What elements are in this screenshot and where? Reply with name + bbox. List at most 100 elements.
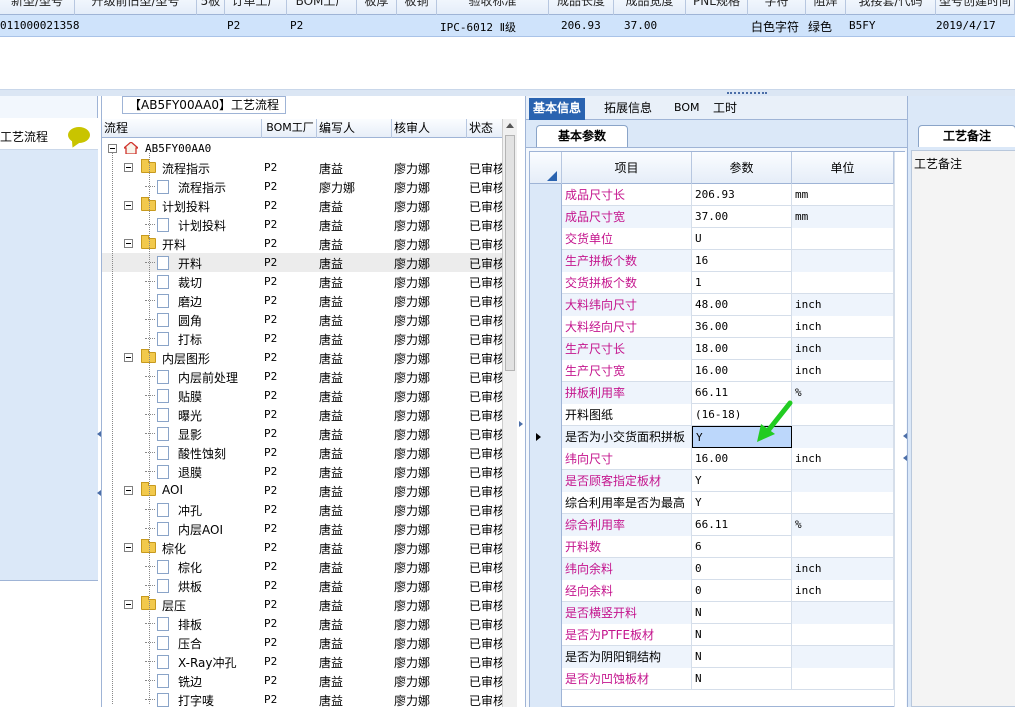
collapse-icon[interactable] [124,543,133,552]
tree-item[interactable]: 退膜 P2 唐益 廖力娜 已审核 [102,462,502,481]
col-header[interactable]: 升级前旧型/型号 [75,0,197,15]
param-row[interactable]: 交货拼板个数 1 [562,272,906,294]
param-value[interactable]: 37.00 [692,206,792,228]
scroll-thumb[interactable] [505,135,515,371]
param-row[interactable]: 生产尺寸长 18.00 inch [562,338,906,360]
splitter-grip[interactable] [727,92,767,94]
tree-item[interactable]: 排板 P2 唐益 廖力娜 已审核 [102,614,502,633]
tree-item[interactable]: 冲孔 P2 唐益 廖力娜 已审核 [102,500,502,519]
param-row[interactable]: 大料经向尺寸 36.00 inch [562,316,906,338]
param-value[interactable]: 206.93 [692,184,792,206]
col-header-bom[interactable]: BOM工厂 [262,119,317,138]
param-value[interactable]: N [692,668,792,690]
collapse-icon[interactable] [124,486,133,495]
param-value[interactable]: 36.00 [692,316,792,338]
tree-item[interactable]: 贴膜 P2 唐益 廖力娜 已审核 [102,386,502,405]
tree-item[interactable]: 显影 P2 唐益 廖力娜 已审核 [102,424,502,443]
param-value[interactable]: 16.00 [692,448,792,470]
param-row[interactable]: 拼板利用率 66.11% [562,382,906,404]
sub-tab-process-remark[interactable]: 工艺备注 [918,125,1015,147]
tree-item[interactable]: 内层AOI P2 唐益 廖力娜 已审核 [102,519,502,538]
tree-item[interactable]: X-Ray冲孔 P2 唐益 廖力娜 已审核 [102,652,502,671]
param-row[interactable]: 是否为小交货面积拼板 Y [562,426,906,448]
param-row[interactable]: 纬向尺寸 16.00 inch [562,448,906,470]
col-header-writer[interactable]: 编写人 [317,119,392,138]
collapse-icon[interactable] [124,163,133,172]
param-value[interactable]: 0 [692,558,792,580]
tree-item[interactable]: 开料 P2 唐益 廖力娜 已审核 [102,234,502,253]
param-row[interactable]: 开料图纸 (16-18) [562,404,906,426]
collapse-icon[interactable] [124,239,133,248]
param-row[interactable]: 生产尺寸宽 16.00 inch [562,360,906,382]
param-value[interactable]: 1 [692,272,792,294]
param-row[interactable]: 生产拼板个数 16 [562,250,906,272]
col-header[interactable]: 成品长度 [549,0,614,15]
tab-basic-info[interactable]: 基本信息 [529,98,586,120]
param-value[interactable]: 0 [692,580,792,602]
param-row[interactable]: 纬向余料 0 inch [562,558,906,580]
col-header[interactable]: 板厚 [357,0,397,15]
tree-item[interactable]: 烘板 P2 唐益 廖力娜 已审核 [102,576,502,595]
col-header[interactable]: 订单工厂 [225,0,287,15]
remark-body[interactable]: 工艺备注 [911,150,1015,707]
col-header[interactable]: BOM工厂 [287,0,357,15]
param-row[interactable]: 大料纬向尺寸 48.00 inch [562,294,906,316]
tree-item[interactable]: 铣边 P2 唐益 廖力娜 已审核 [102,671,502,690]
param-value[interactable]: Y [692,492,792,514]
tree-item[interactable]: 磨边 P2 唐益 廖力娜 已审核 [102,291,502,310]
param-row[interactable]: 成品尺寸宽 37.00 mm [562,206,906,228]
param-row[interactable]: 开料数 6 [562,536,906,558]
tree-item[interactable]: 曝光 P2 唐益 廖力娜 已审核 [102,405,502,424]
col-header[interactable]: 验收标准 [437,0,549,15]
tree-item[interactable]: 流程指示 P2 廖力娜 廖力娜 已审核 [102,177,502,196]
col-header-status[interactable]: 状态 [467,119,502,138]
tree-item[interactable]: 计划投料 P2 唐益 廖力娜 已审核 [102,215,502,234]
param-value[interactable]: Y [692,470,792,492]
param-value[interactable]: N [692,602,792,624]
param-row[interactable]: 成品尺寸长 206.93 mm [562,184,906,206]
param-row[interactable]: 是否横竖开料 N [562,602,906,624]
tree-item[interactable]: 打标 P2 唐益 廖力娜 已审核 [102,329,502,348]
param-value[interactable]: 16 [692,250,792,272]
col-header[interactable]: 5板 [197,0,225,15]
scroll-up-icon[interactable] [506,123,514,128]
param-value[interactable]: 48.00 [692,294,792,316]
col-header[interactable]: 字符 [748,0,806,15]
param-row[interactable]: 是否为阴阳铜结构 N [562,646,906,668]
collapse-icon[interactable] [124,353,133,362]
param-value[interactable]: N [692,624,792,646]
table-row[interactable]: 011000021358 P2 P2 IPC-6012 Ⅱ级 206.93 37… [0,15,1015,37]
col-header[interactable]: PNL规格 [686,0,748,15]
param-value[interactable]: U [692,228,792,250]
process-header[interactable]: 工艺流程 [0,118,98,150]
param-value[interactable]: N [692,646,792,668]
col-header-item[interactable]: 项目 [562,152,692,184]
tab-labor-hours[interactable]: 工时 [709,98,741,120]
tree-item[interactable]: 计划投料 P2 唐益 廖力娜 已审核 [102,196,502,215]
tree-item[interactable]: 开料 P2 唐益 廖力娜 已审核 [102,253,502,272]
col-header[interactable]: 阻焊 [806,0,846,15]
col-header-param[interactable]: 参数 [692,152,792,184]
collapse-arrow-icon[interactable] [519,421,523,427]
param-row[interactable]: 是否顾客指定板材 Y [562,470,906,492]
param-row[interactable]: 综合利用率 66.11% [562,514,906,536]
col-header[interactable]: 我接套/代码 [846,0,936,15]
tree-item[interactable]: 流程指示 P2 唐益 廖力娜 已审核 [102,158,502,177]
tree-item[interactable]: 圆角 P2 唐益 廖力娜 已审核 [102,310,502,329]
tree-item[interactable]: 棕化 P2 唐益 廖力娜 已审核 [102,557,502,576]
param-row[interactable]: 是否为凹蚀板材 N [562,668,906,690]
param-value[interactable]: 18.00 [692,338,792,360]
tab-extended-info[interactable]: 拓展信息 [600,98,656,120]
tree-item[interactable]: 打字唛 P2 唐益 廖力娜 已审核 [102,690,502,707]
sub-tab-basic-params[interactable]: 基本参数 [536,125,628,147]
col-header[interactable]: 型号创建时间 [936,0,1015,15]
param-row[interactable]: 综合利用率是否为最高 Y [562,492,906,514]
col-header[interactable]: 新型/型号 [0,0,75,15]
col-header[interactable]: 成品宽度 [614,0,686,15]
tab-bom[interactable]: BOM [670,98,704,120]
tree-item[interactable]: 压合 P2 唐益 廖力娜 已审核 [102,633,502,652]
tree-item[interactable]: 内层图形 P2 唐益 廖力娜 已审核 [102,348,502,367]
param-row[interactable]: 经向余料 0 inch [562,580,906,602]
tree-item[interactable]: 层压 P2 唐益 廖力娜 已审核 [102,595,502,614]
tree-item[interactable]: AOI P2 唐益 廖力娜 已审核 [102,481,502,500]
